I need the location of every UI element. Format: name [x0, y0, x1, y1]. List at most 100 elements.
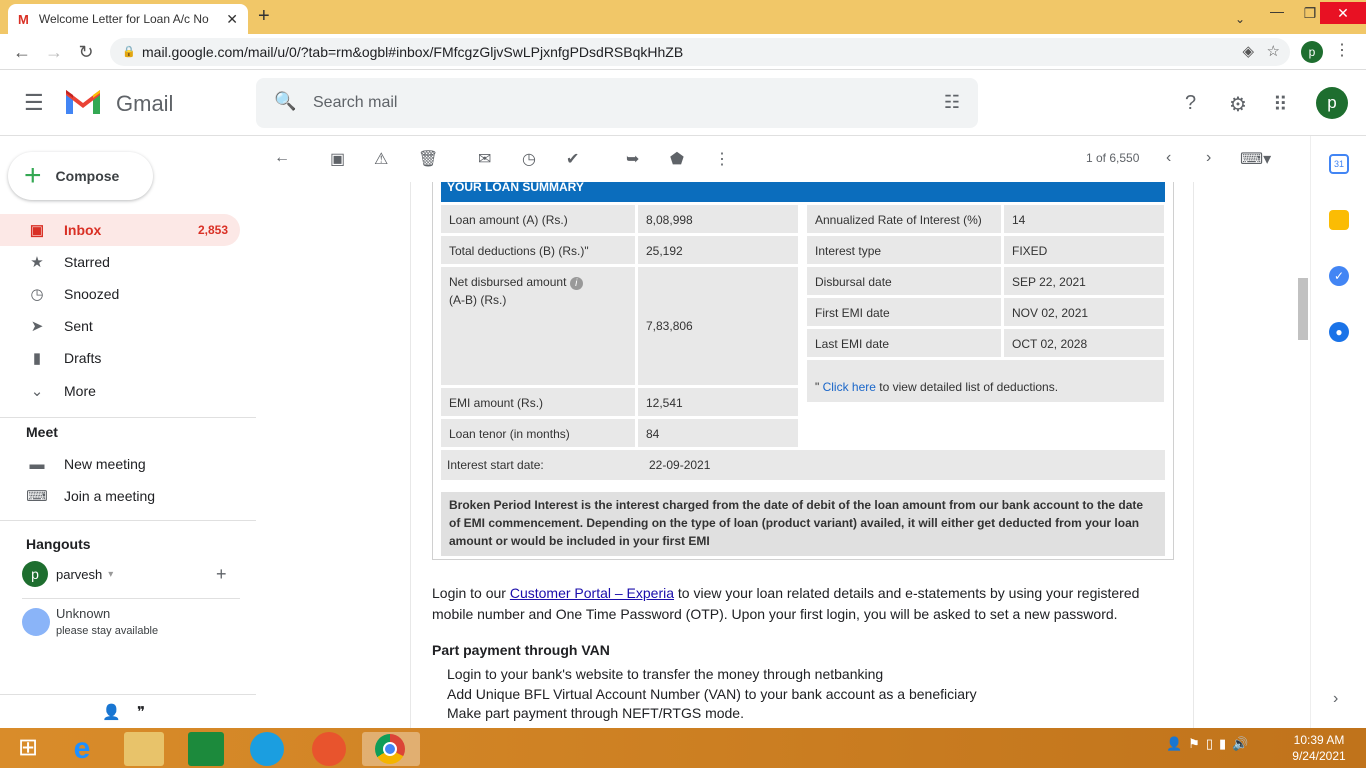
sidebar-item-inbox[interactable]: ▣ Inbox 2,853: [0, 214, 240, 246]
internet-explorer-icon[interactable]: e: [60, 732, 104, 766]
file-explorer-icon[interactable]: [124, 732, 164, 766]
join-meeting-item[interactable]: ⌨ Join a meeting: [0, 480, 240, 512]
clock-date: 9/24/2021: [1292, 749, 1346, 763]
taskbar-clock[interactable]: 10:39 AM 9/24/2021: [1284, 732, 1354, 764]
search-bar[interactable]: 🔍 Search mail ☷: [256, 78, 978, 128]
main-menu-icon[interactable]: ☰: [24, 90, 44, 116]
expand-panel-chevron-icon[interactable]: ›: [1333, 690, 1338, 708]
tasks-icon[interactable]: ✓: [1329, 266, 1349, 286]
calendar-icon[interactable]: 31: [1329, 154, 1349, 174]
browser-tab[interactable]: M Welcome Letter for Loan A/c No ✕: [8, 4, 248, 34]
sidebar-item-snoozed[interactable]: ◷ Snoozed: [0, 278, 240, 310]
draft-icon: ▮: [32, 350, 42, 367]
video-camera-icon: ▬: [29, 455, 45, 473]
interest-rate-value: 14: [1004, 205, 1164, 233]
sidebar-item-drafts[interactable]: ▮ Drafts: [0, 342, 240, 374]
settings-gear-icon[interactable]: ⚙: [1229, 92, 1247, 117]
emi-amount-label: EMI amount (Rs.): [441, 388, 635, 416]
click-here-link[interactable]: Click here: [823, 380, 876, 394]
edge-icon[interactable]: [250, 732, 284, 766]
divider: [22, 598, 240, 599]
meet-heading: Meet: [26, 424, 58, 440]
sidebar-item-label: Snoozed: [64, 286, 120, 302]
close-window-button[interactable]: ✕: [1320, 2, 1366, 24]
windows-start-icon[interactable]: ⊞: [6, 732, 50, 766]
new-meeting-item[interactable]: ▬ New meeting: [0, 448, 240, 480]
emi-amount-value: 12,541: [638, 388, 798, 416]
customer-portal-link[interactable]: Customer Portal – Experia: [510, 585, 674, 601]
interest-start-value: 22-09-2021: [649, 458, 711, 472]
hangouts-contact[interactable]: Unknown please stay available: [22, 606, 242, 646]
snooze-icon[interactable]: ◷: [522, 149, 536, 169]
sidebar-item-starred[interactable]: ★ Starred: [0, 246, 240, 278]
search-input[interactable]: Search mail: [313, 94, 397, 112]
url-field[interactable]: 🔒 mail.google.com/mail/u/0/?tab=rm&ogbl#…: [110, 38, 1290, 66]
person-icon[interactable]: 👤: [102, 703, 121, 721]
back-to-inbox-icon[interactable]: ←: [274, 149, 290, 167]
net-disbursed-label-cell: Net disbursed amount i (A-B) (Rs.): [441, 267, 635, 385]
chrome-menu-icon[interactable]: ⋮: [1334, 40, 1350, 60]
forward-arrow-icon[interactable]: →: [42, 40, 66, 64]
windows-taskbar: ⊞ e 👤⚑▯▮🔊 10:39 AM 9/24/2021: [0, 728, 1366, 768]
report-spam-icon[interactable]: ⚠: [374, 149, 388, 169]
clock-time: 10:39 AM: [1293, 733, 1345, 747]
info-icon[interactable]: i: [569, 277, 583, 290]
move-to-icon[interactable]: ➥: [626, 149, 639, 169]
new-tab-button[interactable]: +: [258, 5, 270, 28]
new-meeting-label: New meeting: [64, 456, 146, 472]
chrome-taskbar-button[interactable]: [362, 732, 420, 766]
archive-icon[interactable]: ▣: [330, 149, 345, 169]
sidebar-item-sent[interactable]: ➤ Sent: [0, 310, 240, 342]
tab-close-icon[interactable]: ✕: [226, 11, 238, 28]
older-chevron-icon[interactable]: ›: [1206, 149, 1211, 167]
url-text: mail.google.com/mail/u/0/?tab=rm&ogbl#in…: [142, 44, 684, 60]
gmail-logo-text[interactable]: Gmail: [116, 91, 173, 117]
contact-name: Unknown: [56, 606, 111, 621]
search-options-icon[interactable]: ☷: [944, 92, 960, 113]
apps-grid-icon[interactable]: ⠿: [1273, 92, 1288, 117]
keep-icon[interactable]: [1329, 210, 1349, 230]
sidebar-item-more[interactable]: ⌄ More: [0, 375, 240, 407]
sidebar-item-label: Sent: [64, 318, 93, 334]
van-step: Add Unique BFL Virtual Account Number (V…: [447, 686, 977, 702]
tab-search-icon[interactable]: ⌄: [1228, 8, 1252, 26]
chrome-profile-avatar[interactable]: p: [1301, 41, 1323, 63]
add-chat-icon[interactable]: +: [216, 564, 227, 585]
search-icon[interactable]: 🔍: [274, 91, 296, 112]
disbursal-date-label: Disbursal date: [807, 267, 1001, 295]
contacts-icon[interactable]: ●: [1329, 322, 1349, 342]
loan-summary-header: YOUR LOAN SUMMARY: [441, 182, 1165, 202]
bookmark-star-icon[interactable]: ◈ ☆: [1243, 38, 1281, 66]
loan-amount-label: Loan amount (A) (Rs.): [441, 205, 635, 233]
email-body: YOUR LOAN SUMMARY Loan amount (A) (Rs.) …: [256, 182, 1296, 728]
delete-icon[interactable]: 🗑: [418, 149, 438, 169]
newer-chevron-icon[interactable]: ‹: [1166, 149, 1171, 167]
browser-tab-bar: M Welcome Letter for Loan A/c No ✕ + ⌄ —…: [0, 0, 1366, 34]
compose-button[interactable]: + Compose: [8, 152, 153, 200]
reload-icon[interactable]: ↻: [74, 40, 98, 64]
gmail-logo-icon[interactable]: [64, 86, 102, 116]
system-tray-icons[interactable]: 👤⚑▯▮🔊: [1166, 736, 1254, 752]
more-options-icon[interactable]: ⋮: [714, 149, 730, 169]
loan-tenor-label: Loan tenor (in months): [441, 419, 635, 447]
caret-down-icon[interactable]: ▾: [108, 569, 113, 580]
gmail-favicon-icon: M: [18, 11, 29, 27]
divider: [0, 520, 256, 521]
help-icon[interactable]: ?: [1185, 92, 1196, 115]
loan-amount-value: 8,08,998: [638, 205, 798, 233]
add-to-tasks-icon[interactable]: ✔: [566, 149, 579, 169]
total-deductions-value: 25,192: [638, 236, 798, 264]
back-arrow-icon[interactable]: ←: [10, 40, 34, 64]
scrollbar-thumb[interactable]: [1298, 278, 1308, 340]
label-icon[interactable]: ⬟: [670, 149, 684, 169]
account-avatar[interactable]: p: [1316, 87, 1348, 119]
sidebar: + Compose ▣ Inbox 2,853 ★ Starred ◷ Snoo…: [0, 136, 256, 728]
contact-status: please stay available: [56, 625, 159, 637]
mark-unread-icon[interactable]: ✉: [478, 149, 491, 169]
store-icon[interactable]: [188, 732, 224, 766]
input-tools-icon[interactable]: ⌨▾: [1240, 149, 1271, 169]
hangouts-user[interactable]: p parvesh ▾: [22, 560, 242, 588]
quote-chat-icon[interactable]: ❞: [137, 703, 145, 721]
firefox-icon[interactable]: [312, 732, 346, 766]
deductions-note-prefix: ": [815, 380, 823, 394]
